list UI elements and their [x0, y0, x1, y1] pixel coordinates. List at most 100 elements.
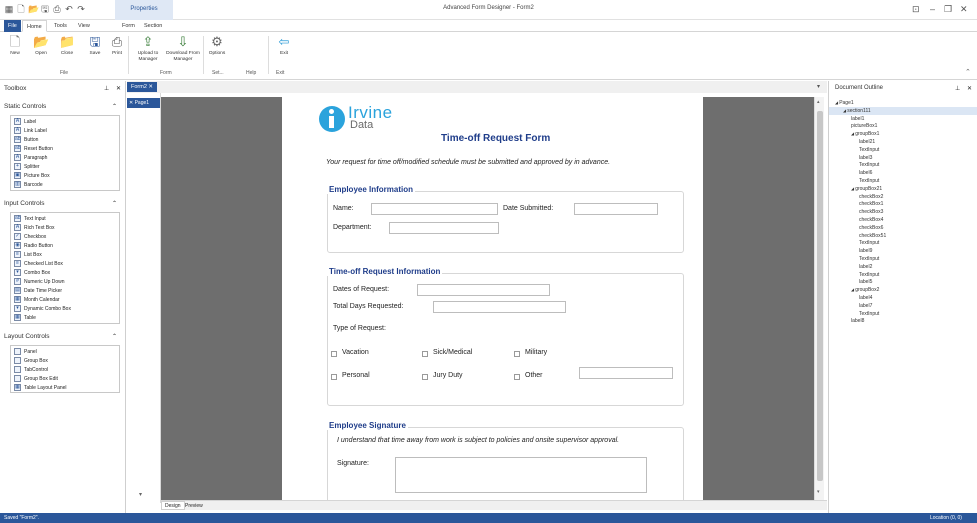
download-button[interactable]: ⇩ Download From Manager — [166, 34, 200, 63]
close-window-icon[interactable]: ✕ — [960, 4, 968, 15]
outline-node[interactable]: label7 — [829, 302, 977, 310]
outline-node[interactable]: TextInput — [829, 271, 977, 279]
personal-checkbox[interactable] — [331, 374, 337, 380]
toolbox-item[interactable]: A Paragraph — [14, 154, 47, 162]
tab-section[interactable]: Section — [140, 20, 166, 32]
toolbox-item[interactable]: ▾ Combo Box — [14, 269, 50, 277]
print-button[interactable]: ⎙ Print — [106, 34, 128, 57]
toolbox-item[interactable]: A Rich Text Box — [14, 224, 54, 232]
tab-form[interactable]: Form — [118, 20, 139, 32]
outline-node[interactable]: label2 — [829, 263, 977, 271]
outline-node[interactable]: checkBox3 — [829, 208, 977, 216]
scroll-down-icon[interactable]: ▾ — [817, 489, 820, 495]
toolbox-item[interactable]: ≡ List Box — [14, 251, 42, 259]
toolbox-item[interactable]: ab Reset Button — [14, 145, 53, 153]
close-panel-icon[interactable]: ✕ — [967, 85, 972, 92]
tab-form2[interactable]: Form2 ✕ — [127, 82, 158, 92]
section-static-controls[interactable]: Static Controls — [4, 103, 46, 110]
toolbox-item[interactable]: ▾ Dynamic Combo Box — [14, 305, 71, 313]
sick-checkbox[interactable] — [422, 351, 428, 357]
outline-node[interactable]: checkBox2 — [829, 193, 977, 201]
toolbox-item[interactable]: TabControl — [14, 366, 48, 374]
vacation-checkbox[interactable] — [331, 351, 337, 357]
outline-node[interactable]: TextInput — [829, 161, 977, 169]
outline-node[interactable]: label6 — [829, 169, 977, 177]
page-list-dropdown-icon[interactable]: ▾ — [139, 491, 142, 498]
outline-node[interactable]: ◢ section111 — [829, 106, 977, 115]
outline-node[interactable]: TextInput — [829, 239, 977, 247]
tab-preview[interactable]: Preview — [181, 501, 207, 510]
name-input[interactable] — [371, 203, 498, 215]
outline-node[interactable]: ◢ groupBox21 — [829, 185, 977, 193]
outline-node[interactable]: label21 — [829, 138, 977, 146]
outline-node[interactable]: label5 — [829, 278, 977, 286]
outline-node[interactable]: label1 — [829, 115, 977, 123]
outline-node[interactable]: checkBox6 — [829, 224, 977, 232]
outline-node[interactable]: label3 — [829, 154, 977, 162]
toolbox-item[interactable]: ≡ Checked List Box — [14, 260, 63, 268]
scroll-up-icon[interactable]: ▴ — [817, 99, 820, 105]
restore-icon[interactable]: ❐ — [944, 4, 952, 15]
toolbox-item[interactable]: ab Button — [14, 136, 38, 144]
toolbox-item[interactable]: ▦ Table — [14, 314, 36, 322]
close-page-icon[interactable]: ✕ — [129, 100, 133, 106]
tab-list-dropdown-icon[interactable]: ▾ — [817, 83, 820, 90]
employee-info-group[interactable] — [327, 191, 684, 253]
close-button[interactable]: 📁 Close — [56, 34, 78, 57]
section-layout-controls[interactable]: Layout Controls — [4, 333, 50, 340]
toolbox-item[interactable]: ✓ Checkbox — [14, 233, 46, 241]
jury-duty-checkbox[interactable] — [422, 374, 428, 380]
outline-node[interactable]: TextInput — [829, 310, 977, 318]
toolbox-item[interactable]: ▤ Date Time Picker — [14, 287, 62, 295]
vertical-scrollbar[interactable]: ▴ ▾ — [814, 97, 824, 500]
outline-node[interactable]: TextInput — [829, 255, 977, 263]
save-button[interactable]: 🖫 Save — [84, 34, 106, 57]
toolbox-item[interactable]: A Label — [14, 118, 36, 126]
outline-node[interactable]: ◢ Page1 — [829, 99, 977, 107]
other-checkbox[interactable] — [514, 374, 520, 380]
military-checkbox[interactable] — [514, 351, 520, 357]
toolbox-item[interactable]: Group Box Edit — [14, 375, 58, 383]
outline-node[interactable]: checkBox4 — [829, 216, 977, 224]
tab-file[interactable]: File — [4, 20, 21, 32]
toolbox-item[interactable]: A Link Label — [14, 127, 47, 135]
chevron-up-icon[interactable]: ⌃ — [112, 200, 117, 207]
outline-node[interactable]: pictureBox1 — [829, 122, 977, 130]
outline-node[interactable]: ◢ groupBox2 — [829, 286, 977, 294]
outline-node[interactable]: label8 — [829, 317, 977, 325]
collapse-ribbon-icon[interactable]: ⌃ — [965, 68, 971, 76]
upload-button[interactable]: ⇪ Upload to Manager — [133, 34, 163, 63]
department-input[interactable] — [389, 222, 499, 234]
close-panel-icon[interactable]: ✕ — [116, 85, 121, 92]
toolbox-item[interactable]: ▦ Table Layout Panel — [14, 384, 67, 392]
options-button[interactable]: ⚙ Options — [206, 34, 228, 57]
outline-node[interactable]: label4 — [829, 294, 977, 302]
toolbox-item[interactable]: ▣ Picture Box — [14, 172, 50, 180]
outline-node[interactable]: ◢ groupBox1 — [829, 130, 977, 138]
outline-node[interactable]: checkBox51 — [829, 232, 977, 240]
signature-input[interactable] — [395, 457, 647, 493]
toolbox-item[interactable]: Group Box — [14, 357, 48, 365]
outline-node[interactable]: TextInput — [829, 177, 977, 185]
form-page[interactable]: Irvine Data Time-off Request Form Your r… — [282, 97, 703, 500]
tab-view[interactable]: View — [74, 20, 94, 32]
toolbox-item[interactable]: ab Text Input — [14, 215, 46, 223]
toolbox-item[interactable]: ◉ Radio Button — [14, 242, 53, 250]
page-item[interactable]: ✕ Page1 — [127, 98, 160, 108]
chevron-up-icon[interactable]: ⌃ — [112, 103, 117, 110]
new-button[interactable]: 🗋 New — [4, 34, 26, 57]
total-days-input[interactable] — [433, 301, 566, 313]
close-tab-icon[interactable]: ✕ — [148, 84, 153, 90]
chevron-up-icon[interactable]: ⌃ — [112, 333, 117, 340]
tab-home[interactable]: Home — [22, 20, 47, 32]
other-input[interactable] — [579, 367, 673, 379]
design-canvas[interactable]: Irvine Data Time-off Request Form Your r… — [161, 97, 814, 500]
pin-icon[interactable]: ⊥ — [104, 85, 109, 92]
dates-input[interactable] — [417, 284, 550, 296]
toolbox-item[interactable]: + Splitter — [14, 163, 40, 171]
toolbox-item[interactable]: ▥ Barcode — [14, 181, 43, 189]
toolbox-item[interactable]: # Numeric Up Down — [14, 278, 65, 286]
pin-icon[interactable]: ⊥ — [955, 85, 960, 92]
tab-tools[interactable]: Tools — [50, 20, 71, 32]
outline-node[interactable]: TextInput — [829, 146, 977, 154]
